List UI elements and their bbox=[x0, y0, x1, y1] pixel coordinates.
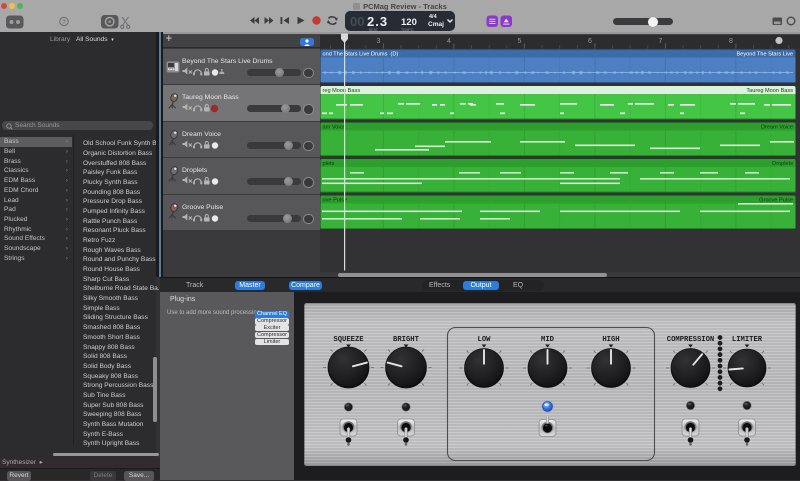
svg-text:reg Moon Bass: reg Moon Bass bbox=[323, 88, 361, 94]
svg-text:LIMITER: LIMITER bbox=[732, 336, 763, 344]
svg-text:plets: plets bbox=[323, 161, 335, 167]
svg-text:COMPRESSION: COMPRESSION bbox=[667, 336, 714, 344]
svg-text:Taureg Moon Bass: Taureg Moon Bass bbox=[746, 88, 793, 94]
svg-text:ond The Stars Live Drums (D): ond The Stars Live Drums (D) bbox=[323, 52, 399, 58]
svg-text:MID: MID bbox=[541, 336, 555, 344]
svg-text:SQUEEZE: SQUEEZE bbox=[333, 336, 364, 344]
svg-text:7: 7 bbox=[658, 38, 662, 45]
svg-text:Beyond The Stars Live: Beyond The Stars Live bbox=[737, 52, 794, 58]
svg-text:Droplets: Droplets bbox=[772, 161, 793, 167]
svg-text:3: 3 bbox=[376, 38, 380, 45]
svg-text:HIGH: HIGH bbox=[602, 336, 619, 344]
svg-text:Groove Pulse: Groove Pulse bbox=[759, 198, 793, 204]
svg-text:BRIGHT: BRIGHT bbox=[393, 336, 420, 344]
svg-text:5: 5 bbox=[517, 38, 521, 45]
svg-text:4: 4 bbox=[447, 38, 451, 45]
svg-text:LOW: LOW bbox=[478, 336, 492, 344]
svg-text:?: ? bbox=[62, 19, 66, 26]
svg-text:6: 6 bbox=[588, 38, 592, 45]
svg-text:ove Pulse: ove Pulse bbox=[323, 198, 348, 204]
svg-text:Dream Voice: Dream Voice bbox=[761, 125, 793, 131]
svg-text:am Voice: am Voice bbox=[323, 125, 346, 131]
svg-text:8: 8 bbox=[729, 38, 733, 45]
